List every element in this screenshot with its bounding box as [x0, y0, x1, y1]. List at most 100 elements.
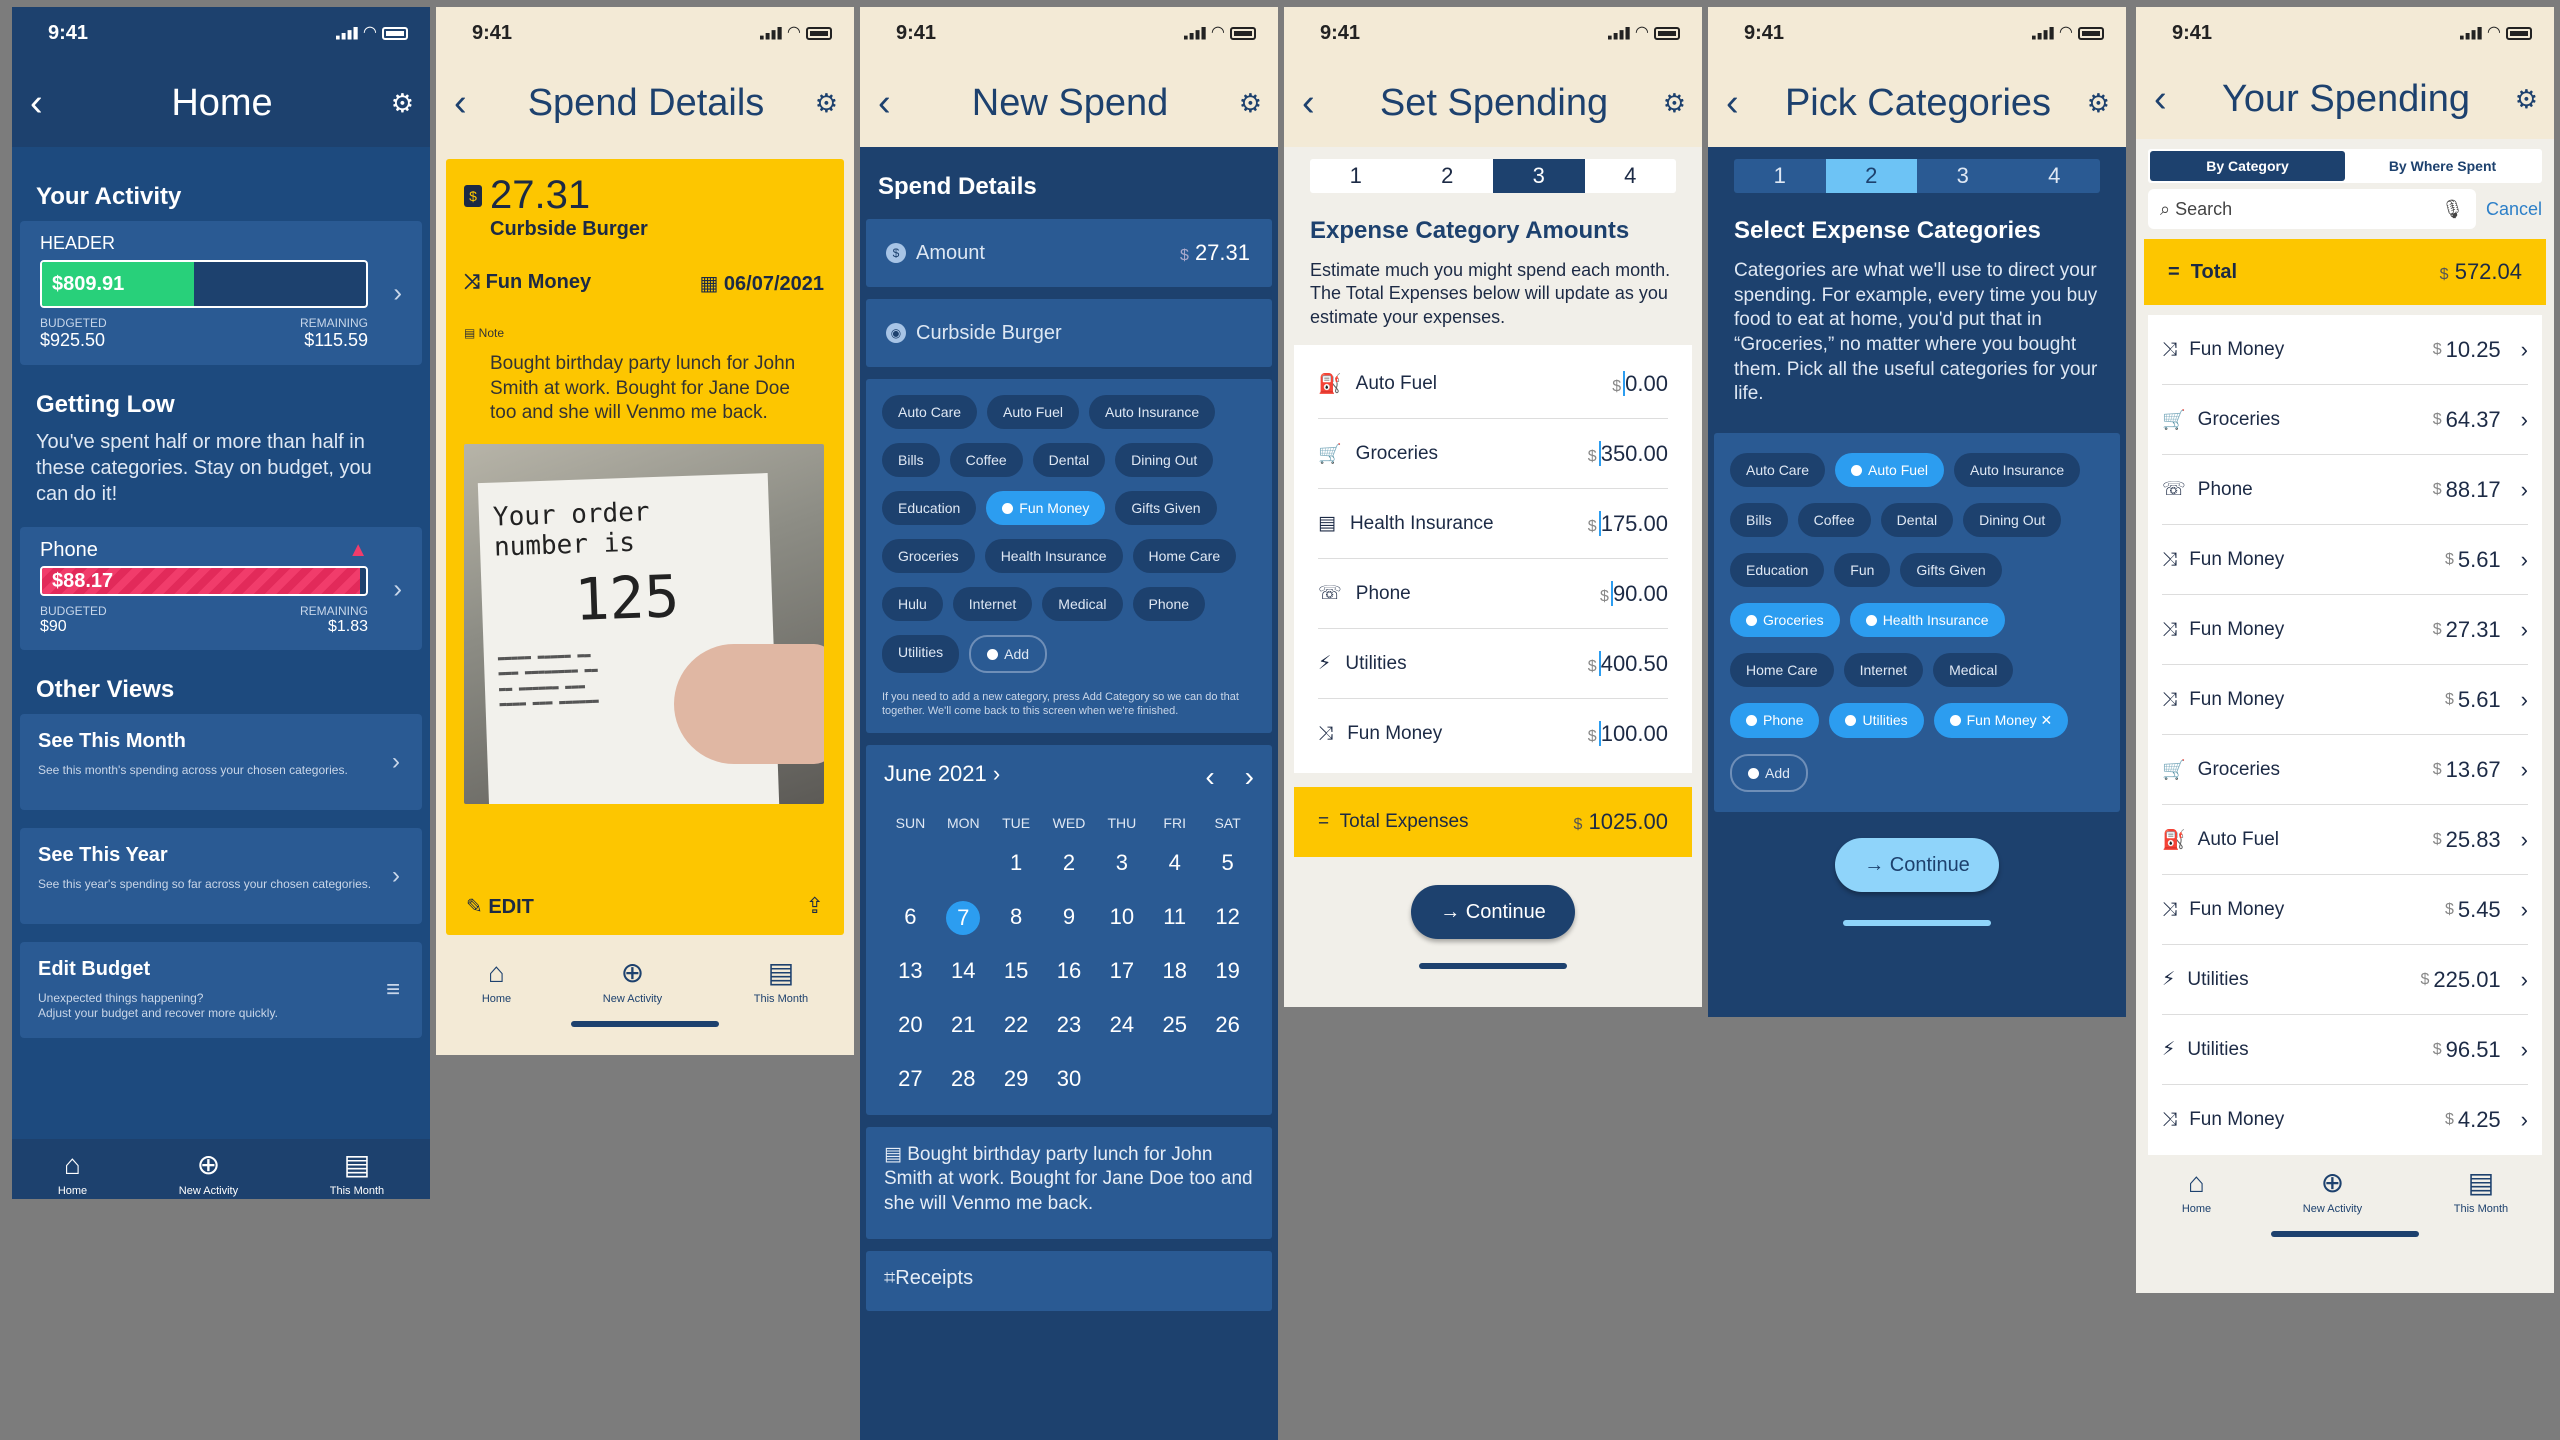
gear-icon[interactable]: ⚙ [384, 88, 414, 119]
calendar-day[interactable]: 15 [990, 955, 1043, 987]
amount-row-groceries[interactable]: 🛒 Groceries $350.00 [1318, 419, 1668, 490]
chip-bills[interactable]: Bills [1730, 503, 1788, 538]
chip-groceries[interactable]: Groceries [882, 539, 975, 573]
step-3[interactable]: 3 [1917, 159, 2009, 193]
calendar-day[interactable]: 21 [937, 1009, 990, 1041]
calendar-day[interactable]: 8 [990, 901, 1043, 933]
next-month-icon[interactable]: › [1245, 761, 1254, 793]
chip-medical[interactable]: Medical [1933, 653, 2014, 688]
spending-row[interactable]: ⤨ Fun Money $5.61 › [2162, 525, 2528, 595]
note-field[interactable]: ▤ Bought birthday party lunch for John S… [866, 1126, 1272, 1239]
view-card-this-month[interactable]: See This Month See this month's spending … [20, 714, 422, 810]
calendar-day[interactable]: 5 [1201, 847, 1254, 879]
gear-icon[interactable]: ⚙ [2080, 88, 2110, 119]
chip-home-care[interactable]: Home Care [1730, 653, 1834, 688]
prev-month-icon[interactable]: ‹ [1205, 761, 1214, 793]
calendar-day[interactable]: 3 [1095, 847, 1148, 879]
chip-auto-insurance[interactable]: Auto Insurance [1953, 453, 2081, 488]
calendar-day[interactable]: 12 [1201, 901, 1254, 933]
amount-input[interactable]: $100.00 [1588, 721, 1668, 747]
tab-new-activity[interactable]: ⊕ New Activity [603, 959, 662, 1006]
amount-row-health-insurance[interactable]: ▤ Health Insurance $175.00 [1318, 489, 1668, 560]
amount-row-phone[interactable]: ☏ Phone $90.00 [1318, 559, 1668, 630]
calendar-day[interactable]: 23 [1043, 1009, 1096, 1041]
tab-new-activity[interactable]: ⊕ New Activity [179, 1151, 238, 1198]
tab-this-month[interactable]: ▤ This Month [754, 959, 808, 1006]
cancel-button[interactable]: Cancel [2486, 199, 2542, 220]
chip-gifts-given[interactable]: Gifts Given [1115, 491, 1217, 525]
spending-row[interactable]: ⤨ Fun Money $5.61 › [2162, 665, 2528, 735]
chip-utilities[interactable]: Utilities [882, 635, 960, 673]
gear-icon[interactable]: ⚙ [2508, 84, 2538, 115]
calendar-day[interactable]: 14 [937, 955, 990, 987]
amount-row-fun-money[interactable]: ⤨ Fun Money $100.00 [1318, 699, 1668, 769]
calendar-day[interactable]: 20 [884, 1009, 937, 1041]
calendar-day[interactable]: 10 [1095, 901, 1148, 933]
spending-row[interactable]: ⚡ Utilities $96.51 › [2162, 1015, 2528, 1085]
spending-row[interactable]: ⤨ Fun Money $10.25 › [2162, 315, 2528, 385]
add-category-chip[interactable]: Add [1730, 754, 1808, 793]
calendar-day[interactable]: 26 [1201, 1009, 1254, 1041]
chip-home-care[interactable]: Home Care [1132, 539, 1237, 573]
step-4[interactable]: 4 [1585, 159, 1677, 193]
spending-row[interactable]: ⛽ Auto Fuel $25.83 › [2162, 805, 2528, 875]
calendar-day[interactable]: 27 [884, 1063, 937, 1095]
chip-auto-care[interactable]: Auto Care [882, 395, 978, 429]
receipt-photo[interactable]: Your order number is 125 ▬▬▬▬▬ ▬▬▬▬▬ ▬▬ ▬… [464, 444, 824, 805]
chip-internet[interactable]: Internet [952, 587, 1033, 621]
gear-icon[interactable]: ⚙ [1232, 88, 1262, 119]
back-chevron-icon[interactable]: ‹ [878, 82, 908, 125]
calendar-day[interactable]: 22 [990, 1009, 1043, 1041]
calendar-day[interactable]: 25 [1148, 1009, 1201, 1041]
edit-button[interactable]: ✎ EDIT [466, 894, 534, 919]
chip-phone[interactable]: Phone [1132, 587, 1206, 621]
step-1[interactable]: 1 [1310, 159, 1402, 193]
microphone-icon[interactable]: 🎙 [2441, 199, 2464, 220]
chip-education[interactable]: Education [1730, 553, 1825, 588]
chip-gifts-given[interactable]: Gifts Given [1900, 553, 2002, 588]
search-input[interactable]: ⌕ Search 🎙 [2148, 189, 2476, 229]
chip-health-insurance[interactable]: Health Insurance [984, 539, 1123, 573]
spending-row[interactable]: ☏ Phone $88.17 › [2162, 455, 2528, 525]
gear-icon[interactable]: ⚙ [1656, 88, 1686, 119]
chip-fun[interactable]: Fun [1834, 553, 1891, 588]
spending-row[interactable]: ⚡ Utilities $225.01 › [2162, 945, 2528, 1015]
view-card-edit-budget[interactable]: Edit Budget Unexpected things happening? … [20, 942, 422, 1038]
chip-dining-out[interactable]: Dining Out [1963, 503, 2062, 538]
chip-coffee[interactable]: Coffee [1797, 503, 1871, 538]
calendar-day[interactable]: 4 [1148, 847, 1201, 879]
calendar-day[interactable]: 11 [1148, 901, 1201, 933]
gear-icon[interactable]: ⚙ [808, 88, 838, 119]
amount-input[interactable]: $350.00 [1588, 440, 1668, 467]
tab-new-activity[interactable]: ⊕ New Activity [2303, 1169, 2362, 1216]
continue-button[interactable]: → Continue [1835, 838, 1999, 893]
view-card-this-year[interactable]: See This Year See this year's spending so… [20, 828, 422, 924]
activity-card[interactable]: HEADER $809.91 BUDGETED $925.50 REMAINING… [20, 221, 422, 365]
chip-auto-fuel[interactable]: Auto Fuel [1835, 453, 1944, 488]
chip-bills[interactable]: Bills [882, 443, 940, 477]
chip-auto-care[interactable]: Auto Care [1730, 453, 1826, 488]
back-chevron-icon[interactable]: ‹ [2154, 78, 2184, 121]
add-category-chip[interactable]: Add [969, 635, 1048, 673]
calendar-day[interactable]: 19 [1201, 955, 1254, 987]
chip-coffee[interactable]: Coffee [949, 443, 1023, 477]
continue-button[interactable]: → Continue [1411, 885, 1575, 940]
amount-row-auto-fuel[interactable]: ⛽ Auto Fuel $0.00 [1318, 349, 1668, 420]
chip-medical[interactable]: Medical [1042, 587, 1123, 621]
spending-row[interactable]: ⤨ Fun Money $5.45 › [2162, 875, 2528, 945]
calendar-day[interactable]: 2 [1043, 847, 1096, 879]
back-chevron-icon[interactable]: ‹ [454, 82, 484, 125]
amount-input[interactable]: $90.00 [1600, 580, 1668, 607]
chip-groceries[interactable]: Groceries [1730, 603, 1840, 638]
tab-this-month[interactable]: ▤ This Month [330, 1151, 384, 1198]
chip-auto-fuel[interactable]: Auto Fuel [987, 395, 1079, 429]
amount-input[interactable]: $400.50 [1588, 650, 1668, 677]
back-chevron-icon[interactable]: ‹ [1726, 82, 1756, 125]
calendar-day[interactable]: 28 [937, 1063, 990, 1095]
step-4[interactable]: 4 [2009, 159, 2101, 193]
spending-row[interactable]: ⤨ Fun Money $27.31 › [2162, 595, 2528, 665]
tab-home[interactable]: ⌂ Home [2182, 1169, 2211, 1216]
amount-row-utilities[interactable]: ⚡ Utilities $400.50 [1318, 629, 1668, 700]
segment-by-category[interactable]: By Category [2150, 151, 2345, 181]
back-chevron-icon[interactable]: ‹ [1302, 82, 1332, 125]
